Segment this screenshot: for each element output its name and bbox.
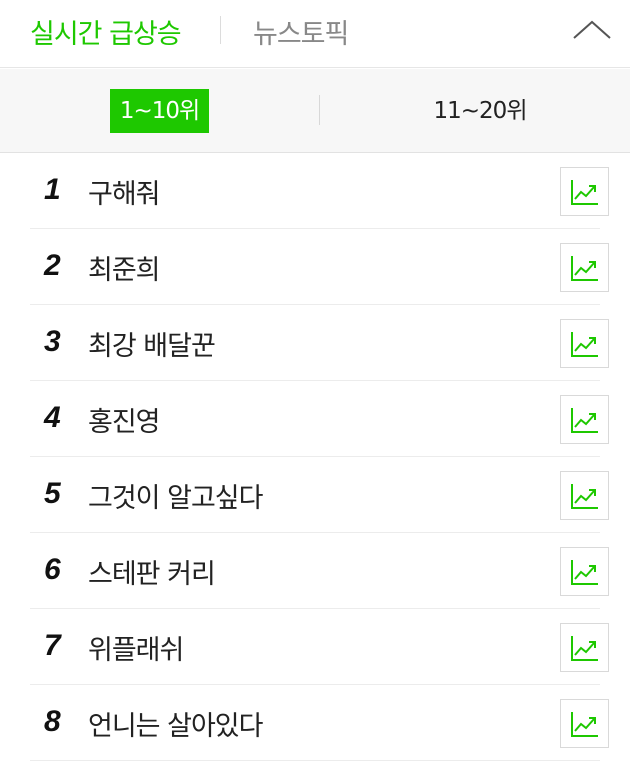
range-tab-bar: 1~10위 11~20위 [0,69,630,153]
trend-chart-icon [571,180,598,205]
keyword-link[interactable]: 최준희 [88,248,161,287]
keyword-link[interactable]: 구해줘 [88,172,161,211]
ranking-row[interactable]: 8 언니는 살아있다 [30,685,609,761]
range-tab-1-10[interactable]: 1~10위 [110,89,209,133]
rank-number: 1 [44,173,61,206]
keyword-link[interactable]: 언니는 살아있다 [88,704,263,743]
keyword-link[interactable]: 스테판 커리 [88,552,216,591]
tab-news-topic[interactable]: 뉴스토픽 [253,12,349,51]
header-divider [220,16,221,44]
tab-realtime-rising[interactable]: 실시간 급상승 [30,12,182,51]
trend-chart-icon [571,332,598,357]
rank-number: 7 [44,629,61,662]
trend-chart-button[interactable] [560,699,609,748]
ranking-list: 1 구해줘 2 최준희 3 최강 배달꾼 4 홍진영 5 그것이 알고싶다 6 스테판 커리 7 위플래쉬… [0,153,630,761]
ranking-row[interactable]: 1 구해줘 [30,153,609,229]
ranking-row[interactable]: 4 홍진영 [30,381,609,457]
trend-chart-icon [571,256,598,281]
rank-number: 5 [44,477,61,510]
chevron-up-icon [573,20,611,39]
keyword-link[interactable]: 그것이 알고싶다 [88,476,263,515]
range-divider [319,95,320,125]
trend-chart-icon [571,712,598,737]
trend-chart-button[interactable] [560,471,609,520]
ranking-row[interactable]: 5 그것이 알고싶다 [30,457,609,533]
trend-chart-button[interactable] [560,167,609,216]
trend-chart-icon [571,636,598,661]
keyword-link[interactable]: 위플래쉬 [88,628,184,667]
keyword-link[interactable]: 홍진영 [88,400,161,439]
trend-chart-button[interactable] [560,623,609,672]
ranking-row[interactable]: 2 최준희 [30,229,609,305]
ranking-row[interactable]: 3 최강 배달꾼 [30,305,609,381]
trend-chart-button[interactable] [560,319,609,368]
trend-chart-icon [571,408,598,433]
rank-number: 2 [44,249,61,282]
range-tab-11-20[interactable]: 11~20위 [420,89,540,133]
collapse-button[interactable] [568,12,616,48]
ranking-row[interactable]: 7 위플래쉬 [30,609,609,685]
keyword-link[interactable]: 최강 배달꾼 [88,324,216,363]
header: 실시간 급상승 뉴스토픽 [0,0,630,68]
trend-chart-button[interactable] [560,395,609,444]
trend-chart-icon [571,484,598,509]
rank-number: 4 [44,401,61,434]
rank-number: 8 [44,705,61,738]
trend-chart-icon [571,560,598,585]
rank-number: 3 [44,325,61,358]
rank-number: 6 [44,553,61,586]
trend-chart-button[interactable] [560,547,609,596]
ranking-row[interactable]: 6 스테판 커리 [30,533,609,609]
trend-chart-button[interactable] [560,243,609,292]
